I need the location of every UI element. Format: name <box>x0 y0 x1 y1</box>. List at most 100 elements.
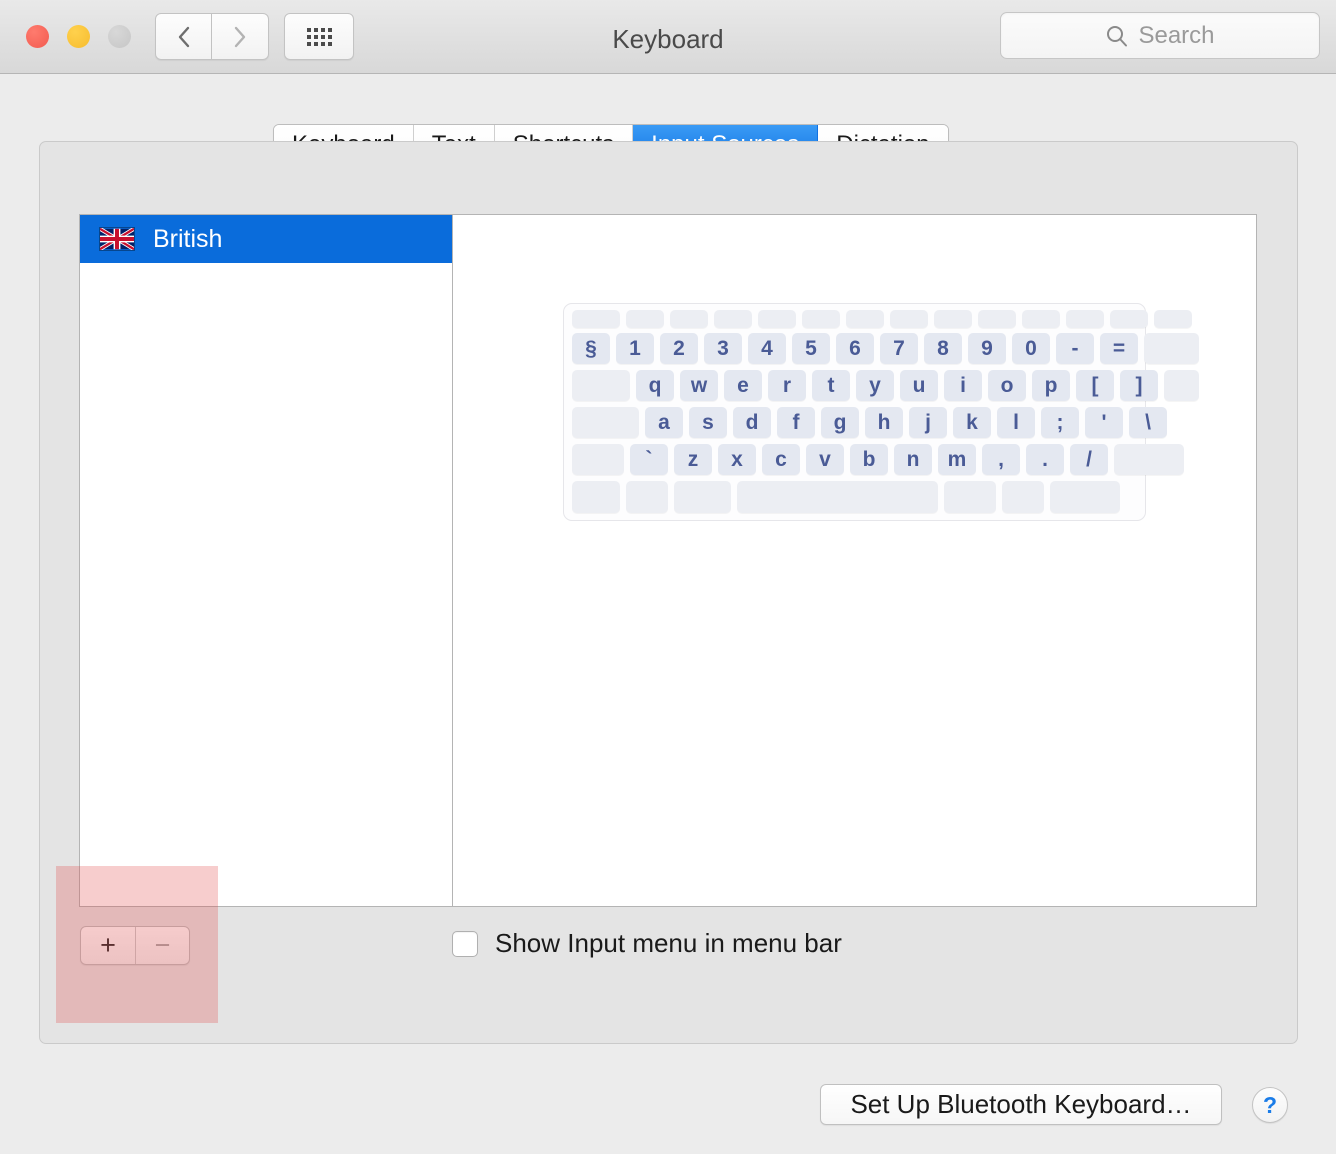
key-fn <box>572 481 620 513</box>
key-8: 8 <box>924 333 962 364</box>
key-0: 0 <box>1012 333 1050 364</box>
key-l: l <box>997 407 1035 438</box>
key-blank <box>1164 370 1199 401</box>
panel-divider <box>452 214 453 907</box>
key-y: y <box>856 370 894 401</box>
key-blank <box>1022 310 1060 328</box>
keyboard-layout-preview: § 1 2 3 4 5 6 7 8 9 0 - = q w e r t y u … <box>563 303 1146 521</box>
key-q: q <box>636 370 674 401</box>
key-j: j <box>909 407 947 438</box>
key-x: x <box>718 444 756 475</box>
union-jack-flag-icon <box>99 227 135 251</box>
key-blank <box>758 310 796 328</box>
key-minus: - <box>1056 333 1094 364</box>
key-control <box>626 481 668 513</box>
key-9: 9 <box>968 333 1006 364</box>
key-backtick: ` <box>630 444 668 475</box>
key-blank <box>802 310 840 328</box>
key-m: m <box>938 444 976 475</box>
key-k: k <box>953 407 991 438</box>
key-o: o <box>988 370 1026 401</box>
key-blank <box>626 310 664 328</box>
key-bracket-left: [ <box>1076 370 1114 401</box>
key-backslash: \ <box>1129 407 1167 438</box>
show-input-menu-checkbox[interactable] <box>452 931 478 957</box>
key-delete <box>1144 333 1199 364</box>
key-a: a <box>645 407 683 438</box>
key-p: p <box>1032 370 1070 401</box>
key-n: n <box>894 444 932 475</box>
add-remove-button-group: + − <box>80 926 190 965</box>
key-6: 6 <box>836 333 874 364</box>
key-e: e <box>724 370 762 401</box>
set-up-bluetooth-keyboard-button[interactable]: Set Up Bluetooth Keyboard… <box>820 1084 1222 1125</box>
key-space <box>737 481 938 513</box>
key-bracket-right: ] <box>1120 370 1158 401</box>
keyboard-function-row <box>572 310 1137 328</box>
search-placeholder: Search <box>1138 22 1214 50</box>
list-item-label: British <box>153 225 222 254</box>
key-blank <box>1154 310 1192 328</box>
help-button[interactable]: ? <box>1252 1087 1288 1123</box>
key-z: z <box>674 444 712 475</box>
key-slash: / <box>1070 444 1108 475</box>
window-titlebar: Keyboard Search <box>0 0 1336 74</box>
key-4: 4 <box>748 333 786 364</box>
key-shift-left <box>572 444 624 475</box>
key-v: v <box>806 444 844 475</box>
key-tab <box>572 370 630 401</box>
input-source-list[interactable]: British <box>80 215 452 263</box>
key-5: 5 <box>792 333 830 364</box>
key-blank <box>1066 310 1104 328</box>
key-h: h <box>865 407 903 438</box>
key-blank <box>670 310 708 328</box>
key-shift-right <box>1114 444 1184 475</box>
key-blank <box>890 310 928 328</box>
show-input-menu-label: Show Input menu in menu bar <box>495 928 842 959</box>
key-blank <box>978 310 1016 328</box>
key-arrows <box>1050 481 1120 513</box>
key-quote: ' <box>1085 407 1123 438</box>
key-blank <box>846 310 884 328</box>
key-blank <box>934 310 972 328</box>
key-blank <box>714 310 752 328</box>
key-option-left <box>674 481 731 513</box>
key-i: i <box>944 370 982 401</box>
question-mark-icon: ? <box>1263 1092 1277 1119</box>
key-3: 3 <box>704 333 742 364</box>
keyboard-home-row: a s d f g h j k l ; ' \ <box>572 407 1137 438</box>
key-blank <box>1110 310 1148 328</box>
key-2: 2 <box>660 333 698 364</box>
key-equals: = <box>1100 333 1138 364</box>
key-command-right <box>944 481 996 513</box>
key-capslock <box>572 407 639 438</box>
key-blank <box>572 310 620 328</box>
keyboard-bottom-letter-row: ` z x c v b n m , . / <box>572 444 1137 475</box>
key-1: 1 <box>616 333 654 364</box>
keyboard-modifier-row <box>572 481 1137 513</box>
search-field[interactable]: Search <box>1000 12 1320 59</box>
key-s: s <box>689 407 727 438</box>
keyboard-qwerty-row: q w e r t y u i o p [ ] <box>572 370 1137 401</box>
key-t: t <box>812 370 850 401</box>
key-section: § <box>572 333 610 364</box>
keyboard-number-row: § 1 2 3 4 5 6 7 8 9 0 - = <box>572 333 1137 364</box>
list-item[interactable]: British <box>80 215 452 263</box>
key-g: g <box>821 407 859 438</box>
show-input-menu-row[interactable]: Show Input menu in menu bar <box>452 928 842 959</box>
key-f: f <box>777 407 815 438</box>
key-7: 7 <box>880 333 918 364</box>
key-option-right <box>1002 481 1044 513</box>
key-c: c <box>762 444 800 475</box>
key-r: r <box>768 370 806 401</box>
key-period: . <box>1026 444 1064 475</box>
key-u: u <box>900 370 938 401</box>
key-semicolon: ; <box>1041 407 1079 438</box>
key-comma: , <box>982 444 1020 475</box>
key-d: d <box>733 407 771 438</box>
key-b: b <box>850 444 888 475</box>
remove-input-source-button: − <box>135 927 189 964</box>
key-w: w <box>680 370 718 401</box>
add-input-source-button[interactable]: + <box>81 927 135 964</box>
search-icon <box>1105 24 1129 48</box>
